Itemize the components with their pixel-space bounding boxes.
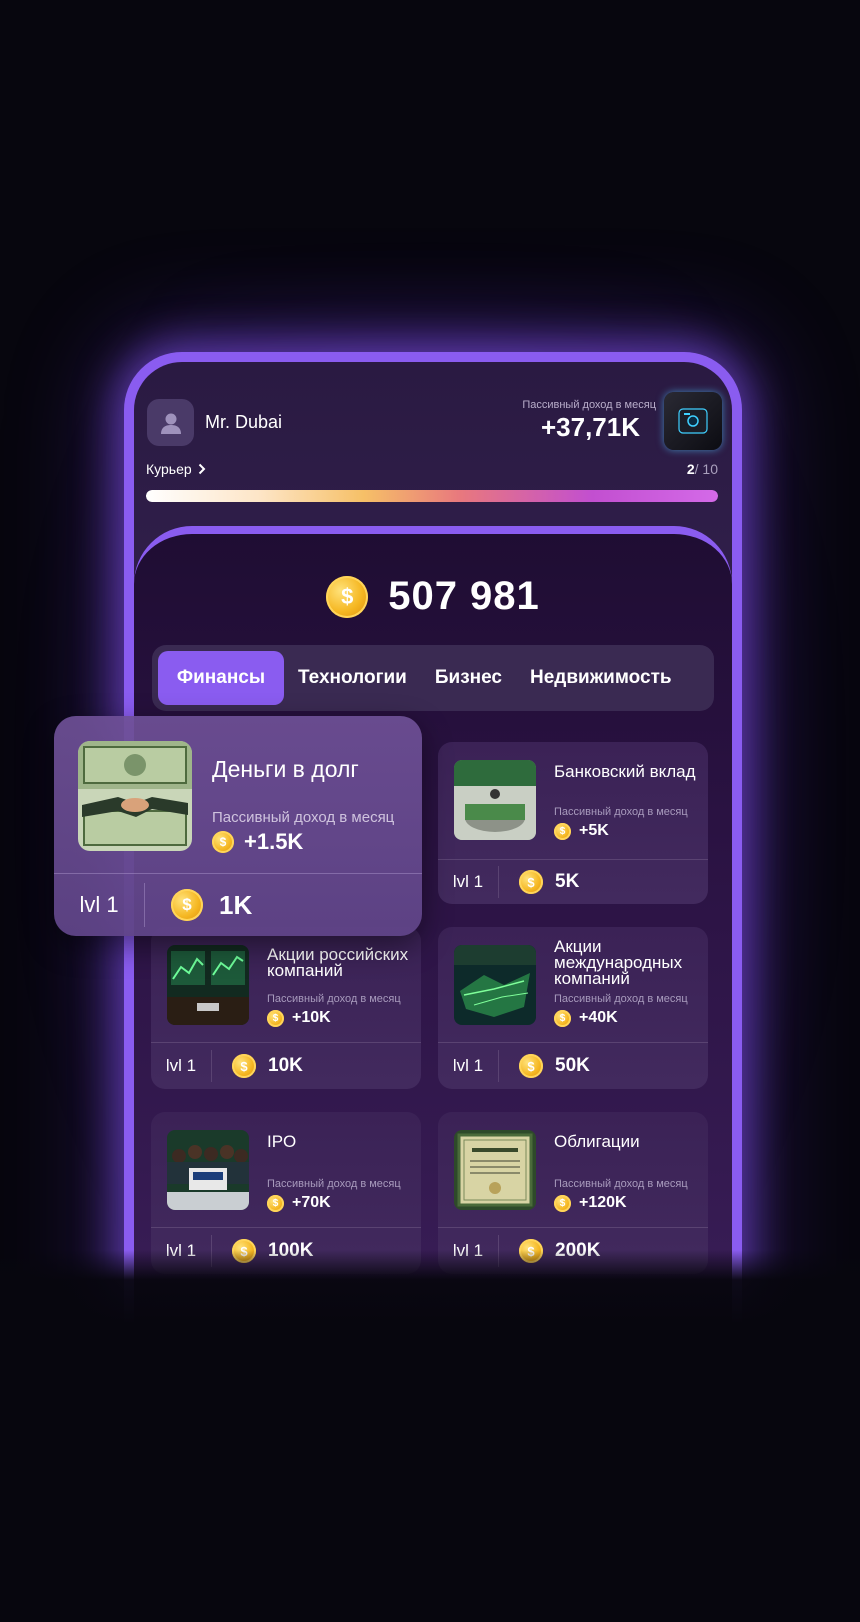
card-footer: lvl 1 $ 50K	[438, 1043, 708, 1089]
card-level: lvl 1	[452, 1056, 484, 1075]
card-cost[interactable]: $ 50K	[499, 1054, 590, 1078]
card-income-value: +10K	[292, 1009, 331, 1026]
card-cost-value: 50K	[555, 1055, 590, 1076]
loan-image	[78, 741, 192, 851]
passive-income-value: +37,71K	[540, 412, 640, 442]
balance: $ 507 981	[134, 574, 732, 619]
russian-stocks-image	[167, 945, 249, 1025]
coin-icon: $	[267, 1009, 284, 1027]
chevron-right-icon	[198, 463, 206, 475]
card-footer: lvl 1 $ 10K	[151, 1043, 421, 1089]
card-cost[interactable]: $ 5K	[499, 870, 579, 894]
card-income-label: Пассивный доход в месяц	[554, 1178, 688, 1190]
coin-icon: $	[171, 889, 203, 921]
rank-progress-fill	[146, 490, 718, 502]
card-income-value: +70K	[292, 1194, 331, 1211]
ipo-image	[167, 1130, 249, 1210]
rank-label: Курьер	[146, 461, 192, 477]
level-current: 2	[686, 461, 695, 477]
card-level: lvl 1	[165, 1056, 197, 1075]
card-income-value: +120K	[579, 1194, 627, 1211]
category-tabs: Финансы Технологии Бизнес Недвижимость	[152, 645, 714, 711]
coin-icon: $	[212, 831, 234, 853]
popup-cost[interactable]: $ 1K	[145, 889, 252, 921]
card-cost[interactable]: $ 10K	[212, 1054, 303, 1078]
user-icon	[160, 413, 181, 434]
balance-value: 507 981	[388, 574, 540, 618]
tab-technology[interactable]: Технологии	[284, 651, 421, 705]
investment-card[interactable]: Акции международных компаний Пассивный д…	[438, 927, 708, 1089]
card-income-label: Пассивный доход в месяц	[267, 993, 401, 1005]
device-icon[interactable]	[664, 392, 722, 450]
international-stocks-image	[454, 945, 536, 1025]
coin-icon: $	[232, 1054, 256, 1078]
card-title: Акции российских компаний	[267, 945, 409, 980]
card-income-value: +5K	[579, 822, 609, 839]
bottom-fade	[0, 1250, 860, 1622]
card-cost-value: 5K	[555, 871, 580, 892]
card-title: IPO	[267, 1132, 297, 1151]
card-income-value: +40K	[579, 1009, 618, 1026]
card-footer: lvl 1 $ 5K	[438, 860, 708, 904]
card-income: $ +120K	[554, 1194, 627, 1212]
card-income-label: Пассивный доход в месяц	[554, 806, 688, 818]
tab-real-estate[interactable]: Недвижимость	[516, 651, 686, 705]
coin-icon: $	[554, 1009, 571, 1027]
passive-income-label: Пассивный доход в месяц	[522, 399, 656, 411]
level-total: / 10	[694, 461, 718, 477]
coin-icon: $	[326, 575, 369, 618]
card-income: $ +5K	[554, 822, 609, 840]
card-title: Банковский вклад	[554, 762, 696, 781]
coin-icon: $	[554, 822, 571, 840]
popup-footer: lvl 1 $ 1K	[54, 874, 422, 936]
avatar[interactable]	[147, 399, 194, 446]
username: Mr. Dubai	[205, 412, 283, 432]
card-income: $ +10K	[267, 1009, 331, 1027]
popup-title: Деньги в долг	[212, 756, 359, 782]
level-count: 2/ 10	[687, 461, 718, 477]
coin-icon: $	[554, 1194, 571, 1212]
coin-icon: $	[267, 1194, 284, 1212]
profile-header: Mr. Dubai Пассивный доход в месяц +37,71…	[134, 362, 732, 532]
bonds-image	[454, 1130, 536, 1210]
rank-link[interactable]: Курьер	[146, 461, 206, 477]
card-level: lvl 1	[452, 872, 484, 891]
card-cost-value: 10K	[268, 1055, 303, 1076]
card-income: $ +40K	[554, 1009, 618, 1027]
coin-icon: $	[519, 870, 543, 894]
card-income-label: Пассивный доход в месяц	[267, 1178, 401, 1190]
investment-card[interactable]: Банковский вклад Пассивный доход в месяц…	[438, 742, 708, 904]
popup-income: $ +1.5K	[212, 829, 303, 855]
tab-business[interactable]: Бизнес	[421, 651, 516, 705]
coin-icon: $	[519, 1054, 543, 1078]
tab-finance[interactable]: Финансы	[158, 651, 284, 705]
bank-deposit-image	[454, 760, 536, 840]
popup-income-value: +1.5K	[244, 829, 304, 854]
highlighted-investment-card[interactable]: Деньги в долг Пассивный доход в месяц $ …	[54, 716, 422, 936]
investment-card[interactable]: Акции российских компаний Пассивный дохо…	[151, 927, 421, 1089]
popup-cost-value: 1K	[219, 889, 253, 920]
card-title: Акции международных компаний	[554, 937, 683, 988]
popup-income-label: Пассивный доход в месяц	[212, 809, 395, 826]
popup-level: lvl 1	[79, 892, 119, 917]
rank-progress-bar	[146, 490, 718, 502]
card-income-label: Пассивный доход в месяц	[554, 993, 688, 1005]
card-income: $ +70K	[267, 1194, 331, 1212]
card-title: Облигации	[554, 1132, 640, 1151]
